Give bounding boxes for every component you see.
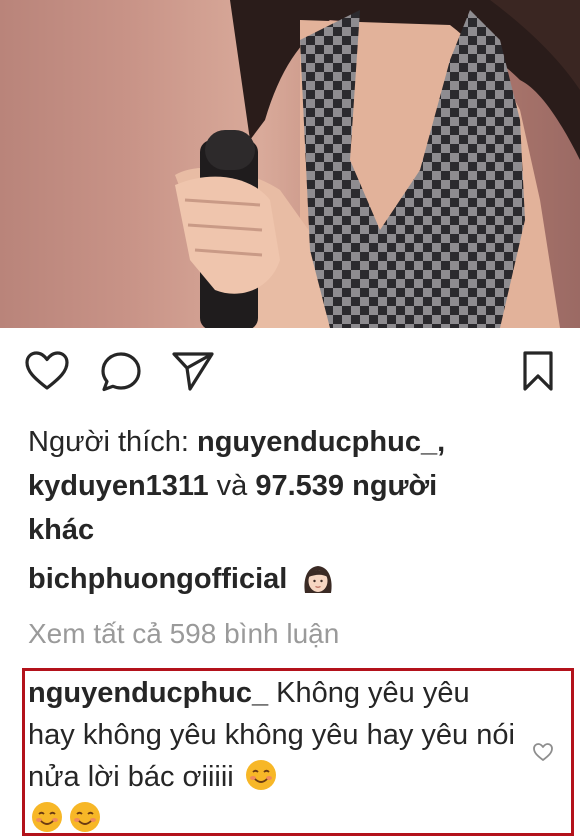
likes-count[interactable]: 97.539 người — [255, 470, 437, 502]
bookmark-icon[interactable] — [521, 350, 555, 392]
likes-summary: Người thích: nguyenducphuc_, kyduyen1311… — [28, 420, 558, 552]
heart-icon[interactable] — [24, 350, 70, 392]
comment-bubble-icon[interactable] — [99, 350, 143, 394]
caption: bichphuongofficial — [28, 557, 558, 601]
woman-face-emoji — [304, 566, 332, 594]
comment-item: nguyenducphuc_ Không yêu yêu hay không y… — [28, 672, 523, 840]
liker-username[interactable]: nguyenducphuc_, — [197, 426, 445, 458]
post-photo[interactable] — [0, 0, 580, 328]
comment-username[interactable]: nguyenducphuc_ — [28, 677, 268, 709]
view-all-comments-link[interactable]: Xem tất cả 598 bình luận — [28, 612, 339, 656]
caption-username[interactable]: bichphuongofficial — [28, 563, 287, 595]
action-bar — [0, 328, 580, 418]
photo-illustration — [175, 0, 580, 328]
liker-username[interactable]: kyduyen1311 — [28, 470, 209, 502]
likes-suffix[interactable]: khác — [28, 514, 94, 546]
smiling-face-emoji — [32, 802, 62, 832]
paper-plane-icon[interactable] — [170, 348, 216, 394]
smiling-face-emoji — [245, 760, 276, 790]
likes-connector: và — [216, 470, 248, 502]
likes-prefix: Người thích: — [28, 426, 189, 458]
smiling-face-emoji — [70, 802, 100, 832]
small-heart-icon[interactable] — [532, 742, 554, 762]
